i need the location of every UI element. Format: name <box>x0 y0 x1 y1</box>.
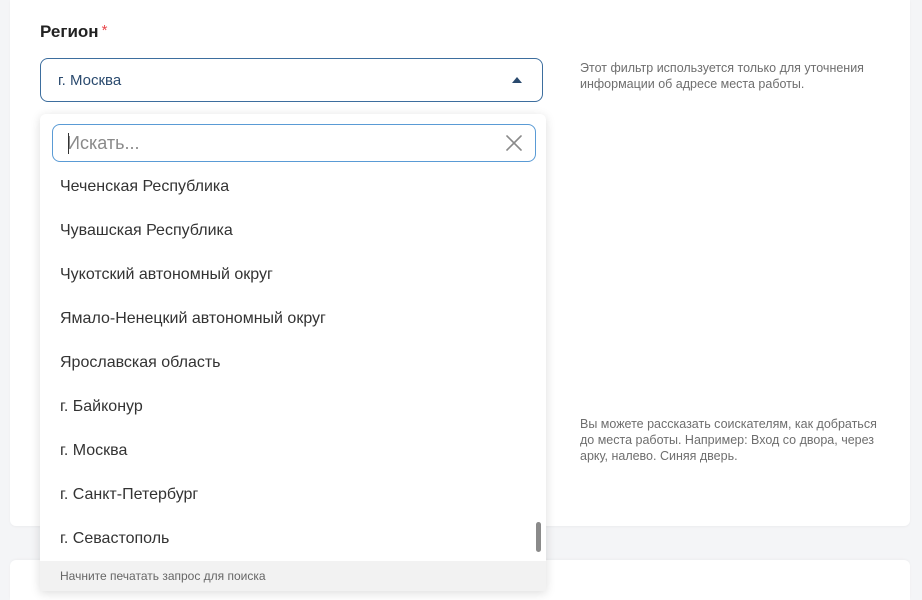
list-item[interactable]: Чеченская Республика <box>40 165 546 209</box>
list-item[interactable]: г. Байконур <box>40 385 546 429</box>
region-dropdown: Чеченская Республика Чувашская Республик… <box>40 114 546 591</box>
list-item[interactable]: Чукотский автономный округ <box>40 253 546 297</box>
dropdown-search <box>52 124 536 162</box>
list-item[interactable]: Ямало-Ненецкий автономный округ <box>40 297 546 341</box>
region-select[interactable]: г. Москва <box>40 58 543 102</box>
search-footer-hint: Начните печатать запрос для поиска <box>40 561 546 591</box>
required-mark: * <box>101 22 108 39</box>
caret-up-icon <box>512 77 522 83</box>
region-selected-value: г. Москва <box>58 72 122 89</box>
list-item[interactable]: г. Севастополь <box>40 517 546 561</box>
text-cursor <box>68 133 69 154</box>
list-item[interactable]: г. Санкт-Петербург <box>40 473 546 517</box>
scrollbar-thumb[interactable] <box>536 522 541 552</box>
region-label: Регион * <box>40 22 107 42</box>
close-icon[interactable] <box>505 134 523 152</box>
search-input[interactable] <box>67 131 487 155</box>
filter-hint: Этот фильтр используется только для уточ… <box>580 61 864 91</box>
list-item[interactable]: Ярославская область <box>40 341 546 385</box>
directions-hint: Вы можете рассказать соискателям, как до… <box>580 417 877 463</box>
list-item[interactable]: Чувашская Республика <box>40 209 546 253</box>
region-label-text: Регион <box>40 22 99 41</box>
options-list: Чеченская Республика Чувашская Республик… <box>40 165 546 561</box>
list-item[interactable]: г. Москва <box>40 429 546 473</box>
